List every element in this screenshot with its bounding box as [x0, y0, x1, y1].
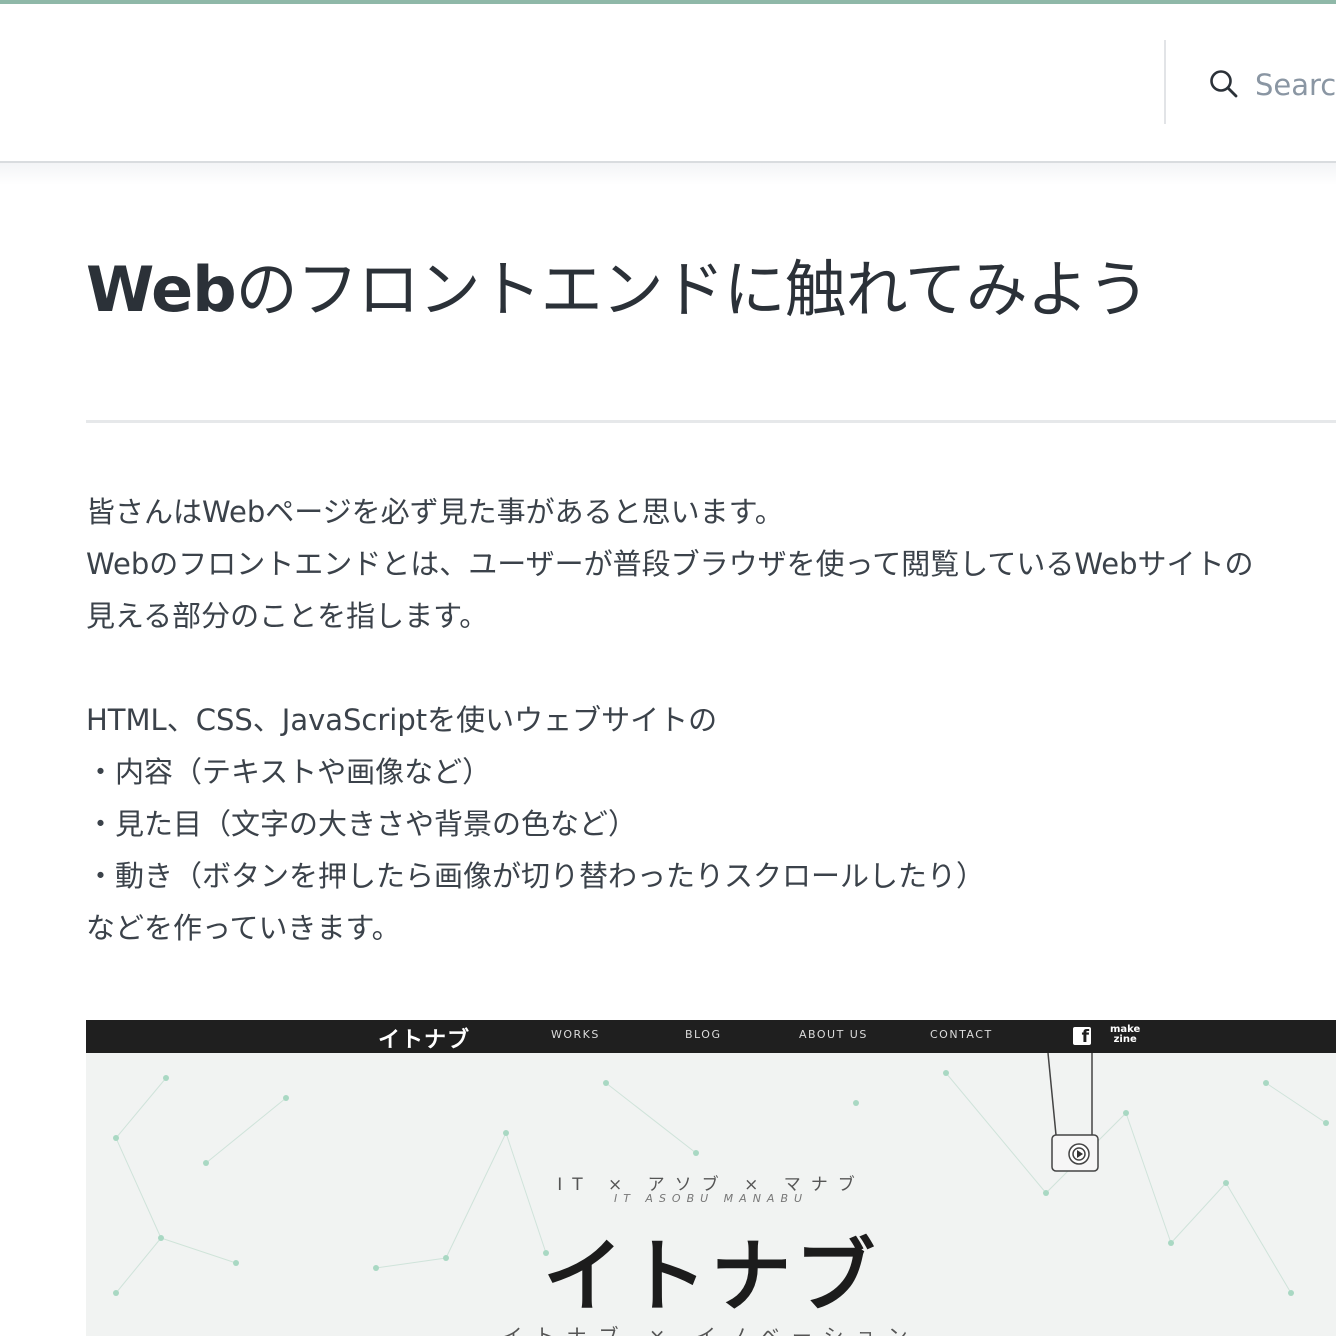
- example-nav-blog: BLOG: [685, 1028, 722, 1041]
- search-input[interactable]: [1255, 60, 1336, 110]
- facebook-icon: f: [1073, 1027, 1091, 1047]
- facebook-icon-glyph: f: [1081, 1027, 1089, 1047]
- header-divider: [1164, 40, 1166, 124]
- list-intro: HTML、CSS、JavaScriptを使いウェブサイトの: [86, 703, 718, 737]
- example-nav-contact: CONTACT: [930, 1028, 993, 1041]
- example-site-screenshot: イトナブ WORKS BLOG ABOUT US CONTACT f make …: [86, 1020, 1336, 1336]
- title-divider: [86, 420, 1336, 423]
- example-nav-works: WORKS: [551, 1028, 600, 1041]
- example-site-logo: イトナブ: [378, 1028, 471, 1053]
- site-header: [0, 4, 1336, 163]
- page-title: Webのフロントエンドに触れてみよう: [86, 245, 1326, 335]
- list-item-behavior: ・動き（ボタンを押したら画像が切り替わったりスクロールしたり）: [86, 859, 986, 893]
- example-site-navbar: イトナブ WORKS BLOG ABOUT US CONTACT f make …: [86, 1020, 1336, 1053]
- hero-subline: イトナブ × イノベーション: [502, 1324, 920, 1336]
- makezine-logo-line2: zine: [1113, 1034, 1137, 1045]
- page-title-latin: Web: [86, 253, 237, 326]
- hero-logo: イトナブ: [543, 1230, 879, 1323]
- hero-tagline-en: IT ASOBU MANABU: [613, 1192, 809, 1205]
- page-title-text: のフロントエンドに触れてみよう: [235, 253, 1150, 326]
- intro-line-2: Webのフロントエンドとは、ユーザーが普段ブラウザを使って閲覧しているWebサイ…: [86, 547, 1254, 581]
- header-shadow: [0, 163, 1336, 185]
- list-item-appearance: ・見た目（文字の大きさや背景の色など）: [86, 807, 638, 841]
- list-outro: などを作っていきます。: [86, 911, 401, 945]
- example-nav-about: ABOUT US: [799, 1028, 868, 1041]
- intro-line-1: 皆さんはWebページを必ず見た事があると思います。: [86, 495, 784, 529]
- intro-line-3: 見える部分のことを指します。: [86, 599, 489, 633]
- makezine-logo: make zine: [1110, 1025, 1140, 1045]
- search-icon[interactable]: [1208, 68, 1238, 98]
- list-item-content: ・内容（テキストや画像など）: [86, 755, 492, 789]
